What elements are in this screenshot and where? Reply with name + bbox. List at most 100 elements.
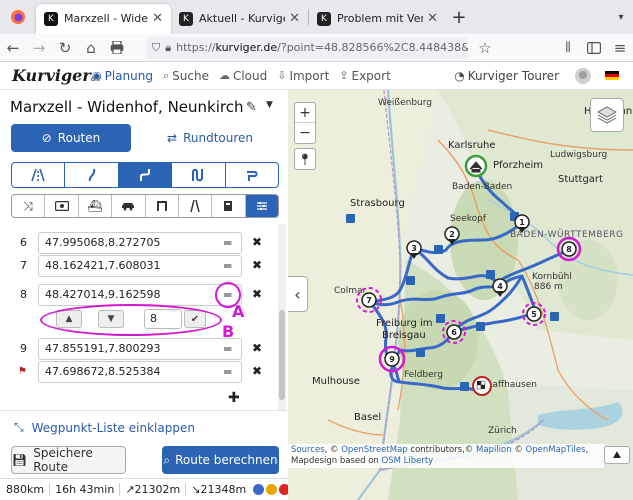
delete-waypoint-icon[interactable]: ✖ — [252, 364, 262, 378]
firefox-menu-icon[interactable] — [0, 0, 36, 34]
tab-rundtouren[interactable]: ⇄ Rundtouren — [150, 124, 270, 152]
lock-icon[interactable]: 🔒︎ — [165, 41, 171, 55]
profile-curvy-icon[interactable] — [65, 163, 119, 187]
waypoint-marker-9[interactable]: 9 — [378, 345, 406, 373]
waypoint-scrollbar-thumb[interactable] — [279, 310, 285, 400]
add-waypoint-icon[interactable]: ✚ — [228, 390, 240, 406]
hamburger-menu-icon[interactable]: ≡ — [607, 35, 633, 61]
waypoint-marker-5[interactable]: 5 — [522, 302, 546, 326]
openmaptiles-link[interactable]: OpenMapTiles — [526, 445, 586, 455]
toll-icon[interactable] — [45, 195, 79, 217]
waypoint-input[interactable]: 48.427014,9.162598 — [38, 284, 242, 306]
drag-handle-icon[interactable]: ═ — [224, 259, 231, 273]
menu-export[interactable]: ⇪ Export — [339, 69, 391, 83]
zoom-in-button[interactable]: + — [295, 103, 315, 123]
waypoint-input[interactable]: 47.855191,7.800293 — [38, 338, 242, 360]
waypoint-marker-3[interactable]: 3 — [406, 240, 422, 259]
waypoint-row: 7 48.162421,7.608031 ═ ✖ — [0, 255, 288, 277]
map-legend-icon[interactable]: ⛰ — [604, 446, 630, 464]
osm-liberty-link[interactable]: OSM Liberty — [382, 456, 434, 466]
tab-close-icon[interactable]: ✕ — [289, 11, 300, 26]
forward-icon[interactable]: → — [26, 35, 52, 61]
bookmark-star-icon[interactable]: ☆ — [472, 35, 498, 61]
car-icon[interactable] — [112, 195, 146, 217]
waypoint-input[interactable]: 48.162421,7.608031 — [38, 255, 242, 277]
tourer-link[interactable]: ◔ Kurviger Tourer — [454, 69, 559, 83]
profile-curviest-icon[interactable] — [172, 163, 226, 187]
finish-marker-icon[interactable] — [472, 376, 492, 396]
unpaved-road-icon[interactable] — [212, 195, 246, 217]
reload-icon[interactable]: ↻ — [52, 35, 78, 61]
waypoint-marker-7[interactable]: 7 — [356, 287, 382, 313]
waypoint-marker-6[interactable]: 6 — [442, 320, 466, 344]
sidebar-toggle-icon[interactable] — [581, 35, 607, 61]
start-marker-icon[interactable] — [464, 154, 488, 178]
back-icon[interactable]: ← — [0, 35, 26, 61]
profile-curvier-icon[interactable] — [118, 163, 173, 187]
library-icon[interactable]: ⫼ — [555, 35, 581, 61]
profile-custom-icon[interactable] — [226, 163, 278, 187]
map-view[interactable]: Weißenburg Heilbronn Karlsruhe Pforzheim… — [288, 90, 633, 500]
menu-suche[interactable]: ⌕ Suche — [163, 69, 209, 83]
new-tab-button[interactable]: + — [446, 7, 472, 28]
route-dropdown-caret-icon[interactable]: ▼ — [266, 100, 273, 110]
mapilion-link[interactable]: Mapilion — [476, 445, 512, 455]
finish-flag-icon: ⚑ — [18, 366, 27, 377]
zoom-out-button[interactable]: − — [295, 123, 315, 143]
url-bar[interactable]: ⛉ 🔒︎ https://kurviger.de/?point=48.82856… — [146, 36, 468, 59]
waypoint-marker-2[interactable]: 2 — [444, 226, 460, 245]
url-rest: /?point=48.828566%2C8.448438&poi — [277, 41, 468, 54]
tab-problem[interactable]: K Problem mit Verschieben ✕ — [309, 4, 446, 34]
delete-waypoint-icon[interactable]: ✖ — [252, 258, 262, 272]
home-icon[interactable]: ⌂ — [78, 35, 104, 61]
collapse-waypoints-link[interactable]: ⤡ Wegpunkt-Liste einklappen — [14, 420, 195, 435]
drag-handle-icon[interactable]: ═ — [224, 236, 231, 250]
waypoint-number: 6 — [20, 236, 27, 249]
profile-fastest-icon[interactable] — [12, 163, 66, 187]
menu-label: Cloud — [232, 68, 268, 83]
kurviger-logo[interactable]: Kurvigerde — [0, 66, 101, 85]
calc-label: Route berechnen — [175, 453, 278, 467]
waypoint-input[interactable]: 47.995068,8.272705 — [38, 232, 242, 254]
drag-handle-icon[interactable]: ═ — [224, 342, 231, 356]
route-title[interactable]: Marxzell - Widenhof, Neunkirch — [10, 98, 244, 116]
delete-waypoint-icon[interactable]: ✖ — [252, 287, 262, 301]
waypoint-marker-1[interactable]: 1 — [514, 214, 530, 233]
avatar[interactable] — [575, 67, 591, 84]
delete-waypoint-icon[interactable]: ✖ — [252, 341, 262, 355]
waypoint-marker-4[interactable]: 4 — [492, 278, 508, 297]
layers-icon[interactable] — [590, 98, 624, 132]
waypoint-marker-8[interactable]: 8 — [556, 236, 582, 262]
edit-pencil-icon[interactable]: ✎ — [246, 100, 257, 115]
german-flag-icon[interactable] — [605, 71, 619, 80]
menu-planung[interactable]: ◉ Planung — [92, 69, 153, 83]
tab-kurviger[interactable]: K Marxzell - Widenhof, Neu ✕ — [36, 3, 171, 34]
shield-icon[interactable]: ⛉ — [152, 41, 160, 55]
drag-handle-icon[interactable]: ═ — [224, 365, 231, 379]
tab-list-chevron-icon[interactable]: ▾ — [609, 12, 633, 23]
annotation-label-a: A — [232, 302, 245, 321]
calculate-route-button[interactable]: ⌕ Route berechnen — [162, 446, 279, 474]
shuffle-icon[interactable]: ⤨ — [12, 195, 46, 217]
save-label: Speichere Route — [33, 446, 93, 474]
tab-close-icon[interactable]: ✕ — [427, 11, 438, 26]
save-route-button[interactable]: 💾︎ Speichere Route — [11, 446, 126, 474]
tab-routen[interactable]: ⊘ Routen — [11, 124, 131, 152]
settings-sliders-icon[interactable] — [245, 195, 278, 217]
sources-link[interactable]: Sources — [291, 445, 325, 455]
road-icon[interactable] — [179, 195, 213, 217]
tunnel-icon[interactable] — [146, 195, 179, 217]
toll-warning-icon[interactable] — [266, 484, 278, 495]
collapse-sidebar-chevron-icon[interactable]: ‹ — [288, 276, 308, 312]
tab-forum[interactable]: K Aktuell - Kurviger Forum ✕ — [171, 4, 308, 34]
waypoint-input[interactable]: 47.698672,8.525384 — [38, 361, 242, 383]
tab-close-icon[interactable]: ✕ — [152, 11, 163, 26]
osm-link[interactable]: OpenStreetMap — [341, 445, 407, 455]
delete-waypoint-icon[interactable]: ✖ — [252, 235, 262, 249]
curvy-rating-icon[interactable] — [253, 484, 265, 495]
menu-import[interactable]: ⇩ Import — [277, 69, 329, 83]
print-icon[interactable] — [104, 35, 130, 61]
ferry-icon[interactable]: ⛴ — [79, 195, 113, 217]
location-pin-icon[interactable]: 📍︎ — [294, 148, 316, 170]
menu-cloud[interactable]: ☁ Cloud — [219, 69, 267, 83]
